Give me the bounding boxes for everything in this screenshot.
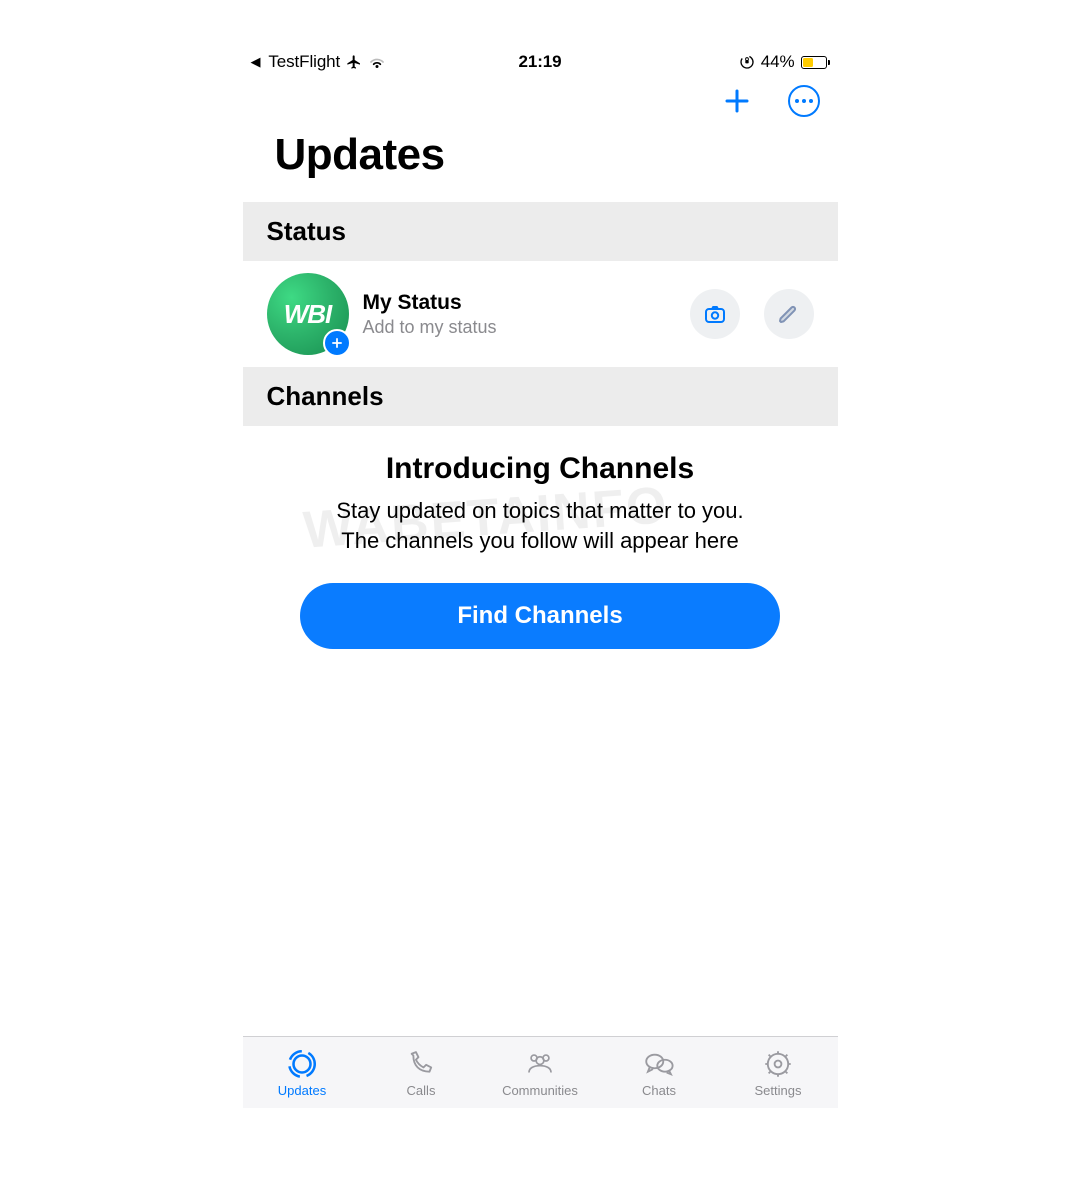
my-status-row[interactable]: WBI My Status Add to my status [243, 261, 838, 367]
gear-icon [760, 1047, 796, 1081]
back-to-app-label[interactable]: TestFlight [268, 52, 340, 72]
tab-bar: Updates Calls Communities Chats [243, 1036, 838, 1108]
tab-label: Chats [642, 1083, 676, 1098]
camera-icon [703, 302, 727, 326]
battery-percentage: 44% [761, 52, 795, 72]
battery-icon [801, 56, 830, 69]
communities-icon [522, 1047, 558, 1081]
ios-status-bar: ◀ TestFlight 21:19 44% [243, 48, 838, 76]
find-channels-button[interactable]: Find Channels [300, 583, 780, 649]
channels-promo-line2: The channels you follow will appear here [277, 526, 804, 556]
tab-label: Updates [278, 1083, 326, 1098]
more-icon [788, 85, 820, 117]
pencil-icon [777, 302, 801, 326]
add-status-badge [323, 329, 351, 357]
wifi-icon [368, 55, 386, 69]
channels-empty-state: Introducing Channels Stay updated on top… [243, 426, 838, 649]
tab-label: Calls [407, 1083, 436, 1098]
more-options-button[interactable] [788, 85, 820, 117]
tab-updates[interactable]: Updates [243, 1037, 362, 1108]
my-status-subtitle: Add to my status [363, 317, 676, 338]
page-title: Updates [243, 126, 838, 202]
text-status-button[interactable] [764, 289, 814, 339]
tab-label: Settings [755, 1083, 802, 1098]
airplane-mode-icon [346, 54, 362, 70]
tab-chats[interactable]: Chats [600, 1037, 719, 1108]
updates-tab-icon [284, 1047, 320, 1081]
tab-settings[interactable]: Settings [719, 1037, 838, 1108]
section-header-status: Status [243, 202, 838, 261]
tab-communities[interactable]: Communities [481, 1037, 600, 1108]
back-chevron-icon[interactable]: ◀ [251, 54, 261, 70]
top-action-row [243, 76, 838, 126]
avatar[interactable]: WBI [267, 273, 349, 355]
phone-frame: ◀ TestFlight 21:19 44% U [243, 48, 838, 1108]
phone-icon [403, 1047, 439, 1081]
tab-label: Communities [502, 1083, 578, 1098]
channels-promo-title: Introducing Channels [277, 452, 804, 486]
camera-status-button[interactable] [690, 289, 740, 339]
channels-promo-line1: Stay updated on topics that matter to yo… [277, 496, 804, 526]
new-status-button[interactable] [722, 86, 752, 116]
orientation-lock-icon [739, 54, 755, 70]
chats-icon [641, 1047, 677, 1081]
section-header-channels: Channels [243, 367, 838, 426]
my-status-title: My Status [363, 291, 676, 315]
tab-calls[interactable]: Calls [362, 1037, 481, 1108]
